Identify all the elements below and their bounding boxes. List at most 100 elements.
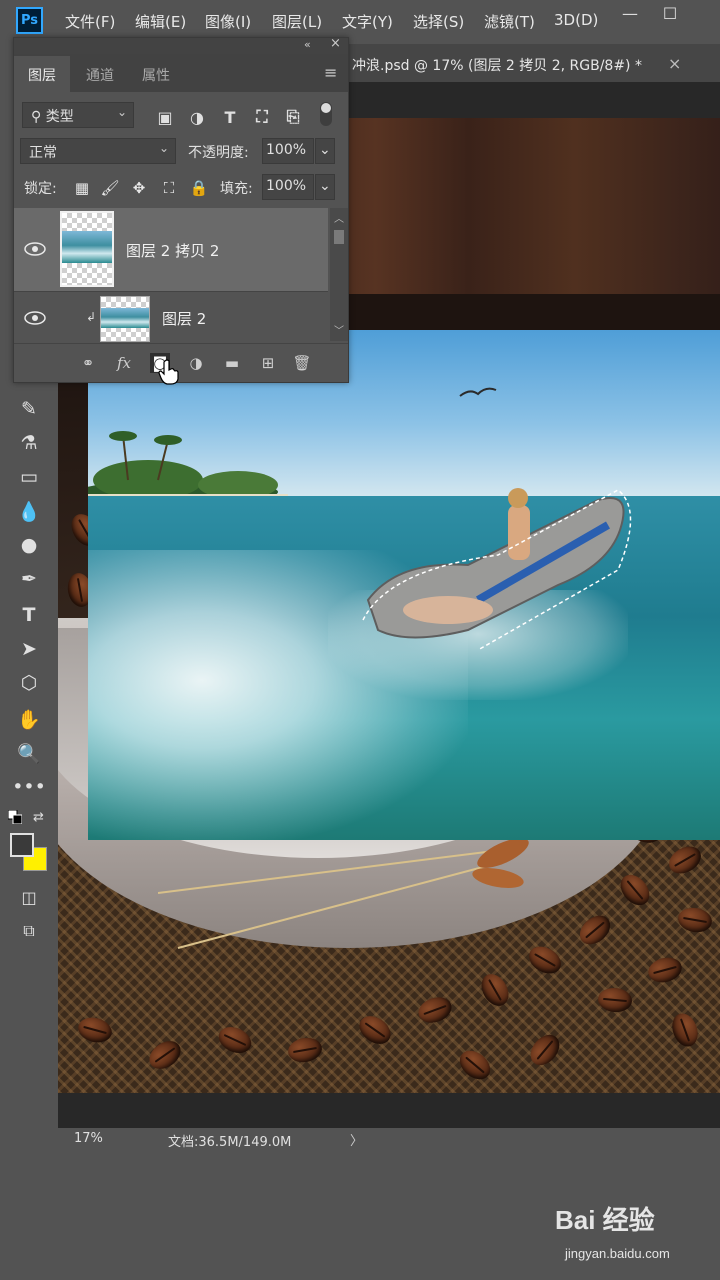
layers-panel: « × 图层 通道 属性 ≡ ⚲ 类型 ⌄ ▣ ◑ T ⛶ ⎘ 正常 ⌄ 不透明… <box>13 36 349 385</box>
fx-icon[interactable]: fx <box>114 353 134 373</box>
tab-layers[interactable]: 图层 <box>14 56 70 92</box>
status-menu-arrow-icon[interactable]: 〉 <box>350 1130 363 1149</box>
layer-row[interactable]: ↲ 图层 2 <box>14 291 328 342</box>
folder-icon[interactable]: ▬ <box>222 353 242 373</box>
chevron-down-icon: ⌄ <box>158 141 169 155</box>
filter-pixel-icon[interactable]: ▣ <box>154 106 176 128</box>
scroll-thumb[interactable] <box>334 230 344 244</box>
layer-filter-select[interactable]: ⚲ 类型 ⌄ <box>22 102 134 128</box>
clone-stamp-tool-icon[interactable]: ⚗ <box>14 428 44 458</box>
zoom-tool-icon[interactable]: 🔍 <box>14 738 44 768</box>
thumbnail-image <box>62 231 112 264</box>
visibility-eye-icon[interactable] <box>24 311 46 325</box>
layer-thumbnail[interactable] <box>100 296 150 342</box>
gradient-tool-icon[interactable]: ▭ <box>14 462 44 492</box>
swap-colors-icon[interactable]: ⇄ <box>33 810 44 825</box>
tab-close-icon[interactable]: × <box>668 54 681 73</box>
hand-tool-icon[interactable]: ✋ <box>14 704 44 734</box>
panel-titlebar[interactable]: « × <box>14 36 348 54</box>
visibility-eye-icon[interactable] <box>24 242 46 256</box>
document-tab-title: 冲浪.psd @ 17% (图层 2 拷贝 2, RGB/8#) * <box>352 58 642 74</box>
watermark-logo: Bai 经验 <box>555 1205 655 1235</box>
opacity-input[interactable]: 100% <box>262 138 314 164</box>
dodge-tool-icon[interactable]: ● <box>14 530 44 560</box>
lock-artboard-icon[interactable]: ⛶ <box>159 178 179 198</box>
layer-thumbnail[interactable] <box>60 211 114 287</box>
fill-dropdown[interactable]: ⌄ <box>315 174 335 200</box>
scroll-down-icon[interactable]: ﹀ <box>334 322 344 337</box>
panel-close-icon[interactable]: × <box>330 36 341 51</box>
opacity-label: 不透明度: <box>188 145 249 161</box>
trash-icon[interactable]: 🗑 <box>292 353 312 373</box>
layers-scrollbar[interactable]: ︿ ﹀ <box>330 208 348 341</box>
opacity-dropdown[interactable]: ⌄ <box>315 138 335 164</box>
watermark-url: jingyan.baidu.com <box>565 1246 670 1261</box>
lock-transparent-pixels-icon[interactable]: ▦ <box>72 178 92 198</box>
baidu-watermark: Bai 经验 jingyan.baidu.com <box>555 1200 705 1270</box>
menu-bar: Ps 文件(F) 编辑(E) 图像(I) 图层(L) 文字(Y) 选择(S) 滤… <box>0 0 720 42</box>
zoom-level[interactable]: 17% <box>74 1131 103 1146</box>
type-tool-icon[interactable]: T <box>14 600 44 630</box>
hand-cursor-icon <box>158 359 179 385</box>
inflatable-boat <box>362 488 632 650</box>
tools-panel: ✎ ⚗ ▭ 💧 ● ✒ T ➤ ⬡ ✋ 🔍 ••• ⇄ ◫ ⧉ <box>0 378 58 1128</box>
lock-label: 锁定: <box>24 181 57 197</box>
layer-name[interactable]: 图层 2 拷贝 2 <box>126 240 219 261</box>
lock-all-icon[interactable]: 🔒 <box>189 178 209 198</box>
blend-mode-value: 正常 <box>29 145 57 161</box>
pen-tool-icon[interactable]: ✒ <box>14 564 44 594</box>
collapse-panel-icon[interactable]: « <box>304 38 311 51</box>
thumbnail-image <box>101 308 149 328</box>
filter-adjustment-icon[interactable]: ◑ <box>186 106 208 128</box>
lock-position-icon[interactable]: ✥ <box>129 178 149 198</box>
photoshop-logo[interactable]: Ps <box>16 7 43 34</box>
blend-mode-select[interactable]: 正常 ⌄ <box>20 138 176 164</box>
chevron-down-icon: ⌄ <box>319 178 331 194</box>
default-colors-icon[interactable] <box>8 810 22 824</box>
chevron-down-icon: ⌄ <box>319 142 331 158</box>
clipping-mask-icon: ↲ <box>86 310 97 324</box>
foreground-color-swatch[interactable] <box>10 833 34 857</box>
shape-tool-icon[interactable]: ⬡ <box>14 668 44 698</box>
screen-mode-icon[interactable]: ⧉ <box>14 916 44 946</box>
menu-3d[interactable]: 3D(D) <box>554 11 598 29</box>
filter-toggle[interactable] <box>320 102 332 126</box>
layer-name[interactable]: 图层 2 <box>162 308 206 329</box>
menu-type[interactable]: 文字(Y) <box>342 11 393 32</box>
path-selection-tool-icon[interactable]: ➤ <box>14 634 44 664</box>
brush-tool-icon[interactable]: ✎ <box>14 394 44 424</box>
filter-type-icon[interactable]: T <box>219 106 241 128</box>
filter-shape-icon[interactable]: ⛶ <box>251 106 273 128</box>
more-tools-icon[interactable]: ••• <box>12 772 46 802</box>
menu-filter[interactable]: 滤镜(T) <box>484 11 535 32</box>
new-layer-icon[interactable]: ⊞ <box>258 353 278 373</box>
menu-file[interactable]: 文件(F) <box>65 11 115 32</box>
filter-toggle-knob <box>321 103 331 113</box>
tab-channels[interactable]: 通道 <box>72 56 128 92</box>
document-tab[interactable]: 冲浪.psd @ 17% (图层 2 拷贝 2, RGB/8#) * <box>346 44 696 82</box>
menu-select[interactable]: 选择(S) <box>413 11 464 32</box>
minimize-button[interactable]: — <box>610 0 650 26</box>
tab-properties[interactable]: 属性 <box>128 56 184 92</box>
lock-image-pixels-icon[interactable]: 🖌 <box>100 178 120 198</box>
menu-image[interactable]: 图像(I) <box>205 11 251 32</box>
chevron-down-icon: ⌄ <box>116 105 127 119</box>
restore-button[interactable]: ☐ <box>650 0 690 26</box>
quick-mask-icon[interactable]: ◫ <box>14 882 44 912</box>
menu-layer[interactable]: 图层(L) <box>272 11 322 32</box>
fill-label: 填充: <box>220 181 253 197</box>
fill-input[interactable]: 100% <box>262 174 314 200</box>
palm-island <box>88 431 288 500</box>
link-layers-icon[interactable]: ⚭ <box>78 353 98 373</box>
adjustment-layer-icon[interactable]: ◑ <box>186 353 206 373</box>
blur-tool-icon[interactable]: 💧 <box>14 496 44 526</box>
document-size: 文档:36.5M/149.0M <box>168 1135 292 1150</box>
filter-label: 类型 <box>45 109 74 125</box>
layer-row[interactable]: 图层 2 拷贝 2 <box>14 208 328 291</box>
filter-smart-object-icon[interactable]: ⎘ <box>282 106 304 128</box>
menu-edit[interactable]: 编辑(E) <box>135 11 186 32</box>
document-tab-strip: 冲浪.psd @ 17% (图层 2 拷贝 2, RGB/8#) * × <box>346 44 720 82</box>
sea-photo-layer <box>88 330 720 840</box>
panel-menu-icon[interactable]: ≡ <box>324 63 337 82</box>
scroll-up-icon[interactable]: ︿ <box>334 210 344 225</box>
